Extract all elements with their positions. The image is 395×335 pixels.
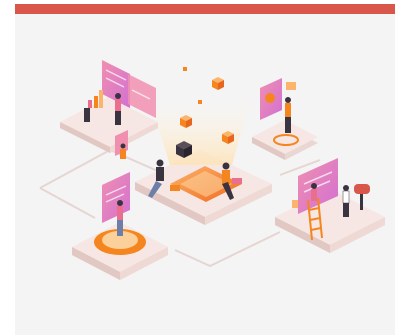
person-on-ladder — [311, 183, 317, 201]
screen-icon — [102, 172, 130, 223]
person-standing-top-left — [115, 93, 121, 125]
laptop-icon — [232, 178, 242, 184]
chart-icon — [292, 200, 298, 208]
person-standing-top-right — [285, 97, 291, 133]
person-small-top-left — [120, 143, 126, 159]
illustration-frame — [0, 0, 395, 335]
cube-icon — [212, 77, 224, 90]
person-standing-bottom-right — [342, 185, 350, 217]
cube-icon — [198, 100, 202, 104]
chart-icon — [88, 90, 103, 108]
laptop-icon — [170, 185, 180, 191]
light-beam — [150, 100, 250, 165]
plant-icon — [84, 108, 90, 122]
isometric-network-illustration — [39, 60, 385, 280]
cube-icon — [183, 67, 187, 71]
